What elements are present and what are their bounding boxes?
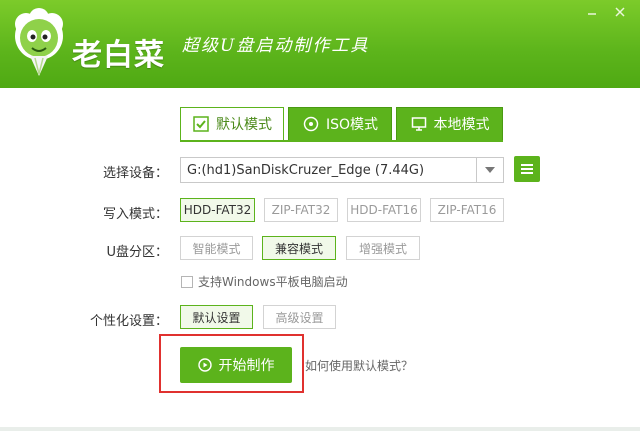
tab-local-mode[interactable]: 本地模式	[396, 107, 503, 141]
partition-smart-mode[interactable]: 智能模式	[180, 236, 253, 260]
menu-icon	[521, 164, 533, 174]
write-mode-hdd-fat16[interactable]: HDD-FAT16	[347, 198, 421, 222]
device-value: G:(hd1)SanDiskCruzer_Edge (7.44G)	[187, 162, 425, 178]
tab-label: 本地模式	[433, 117, 490, 133]
highlight-annotation	[159, 334, 304, 393]
window-controls	[580, 2, 632, 22]
app-title: 老白菜	[72, 38, 165, 73]
chevron-down-icon	[485, 167, 495, 173]
app-header: 老白菜 超级U盘启动制作工具	[0, 0, 640, 88]
tab-label: 默认模式	[216, 117, 272, 133]
write-mode-label: 写入模式：	[102, 207, 168, 222]
personalize-default[interactable]: 默认设置	[180, 305, 253, 329]
disc-icon	[302, 115, 320, 133]
dropdown-button[interactable]	[476, 158, 503, 182]
partition-label: U盘分区：	[106, 245, 168, 260]
write-mode-zip-fat16[interactable]: ZIP-FAT16	[430, 198, 504, 222]
windows-tablet-option[interactable]: 支持Windows平板电脑启动	[181, 273, 348, 290]
mode-tabs: 默认模式 ISO模式 本地模式	[180, 107, 503, 141]
device-menu-button[interactable]	[514, 156, 540, 182]
write-mode-zip-fat32[interactable]: ZIP-FAT32	[264, 198, 338, 222]
tab-divider	[180, 140, 503, 142]
partition-enhanced-mode[interactable]: 增强模式	[346, 236, 420, 260]
personalize-label: 个性化设置：	[89, 314, 168, 329]
personalize-advanced[interactable]: 高级设置	[263, 305, 336, 329]
monitor-icon	[410, 115, 428, 133]
checkmark-icon	[192, 115, 210, 133]
windows-tablet-checkbox[interactable]	[181, 275, 193, 288]
windows-tablet-label: 支持Windows平板电脑启动	[198, 275, 348, 289]
app-slogan: 超级U盘启动制作工具	[182, 36, 370, 56]
partition-compatible-mode[interactable]: 兼容模式	[262, 236, 336, 260]
tab-default-mode[interactable]: 默认模式	[180, 107, 284, 141]
tab-iso-mode[interactable]: ISO模式	[288, 107, 392, 141]
minimize-icon	[588, 13, 596, 15]
device-label: 选择设备：	[102, 166, 168, 181]
close-button[interactable]	[608, 2, 632, 22]
footer-strip	[0, 427, 640, 431]
write-mode-hdd-fat32[interactable]: HDD-FAT32	[180, 198, 255, 222]
cabbage-mascot-logo	[15, 8, 63, 76]
tab-label: ISO模式	[325, 117, 379, 133]
device-select[interactable]: G:(hd1)SanDiskCruzer_Edge (7.44G)	[180, 157, 504, 183]
close-icon	[615, 7, 625, 17]
help-link[interactable]: 如何使用默认模式？	[305, 357, 413, 374]
minimize-button[interactable]	[580, 2, 604, 22]
